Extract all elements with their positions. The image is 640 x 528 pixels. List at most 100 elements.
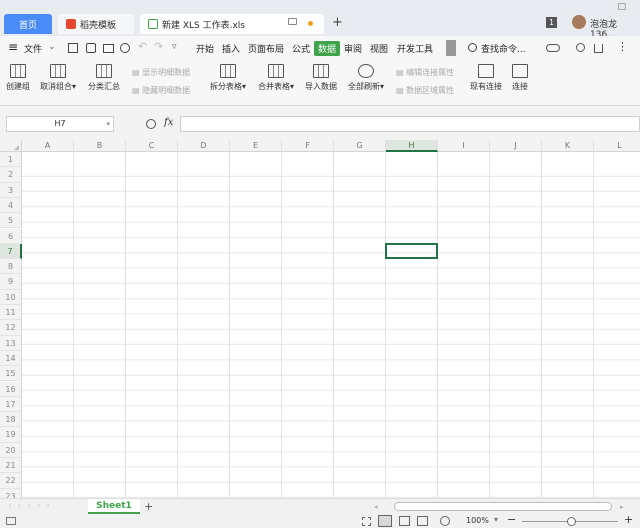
avatar[interactable]	[572, 15, 586, 29]
row-header[interactable]: 5	[0, 213, 22, 229]
hamburger-icon[interactable]: ≡	[8, 40, 18, 54]
import-data-button[interactable]: 导入数据	[305, 64, 337, 92]
tab-templates[interactable]: 稻壳模板	[58, 14, 134, 34]
zoom-formula-icon[interactable]	[146, 119, 156, 129]
column-header[interactable]: A	[22, 140, 74, 152]
row-header[interactable]: 20	[0, 442, 22, 458]
page-break-view-icon[interactable]	[399, 516, 410, 526]
quick-access-dropdown-icon[interactable]: ▿	[172, 42, 177, 52]
print-icon[interactable]	[103, 44, 114, 53]
column-header[interactable]: E	[230, 140, 282, 152]
window-restore-icon[interactable]: □	[617, 2, 626, 12]
subtotal-button[interactable]: 分类汇总	[88, 64, 120, 92]
command-search[interactable]: 查找命令...	[481, 42, 526, 55]
row-header[interactable]: 15	[0, 366, 22, 382]
show-detail-button[interactable]: ▤ 显示明细数据	[132, 67, 190, 78]
page-layout-view-icon[interactable]	[417, 516, 428, 526]
hscroll-right-icon[interactable]: ▸	[620, 503, 624, 511]
row-header[interactable]: 6	[0, 228, 22, 244]
row-header[interactable]: 10	[0, 289, 22, 305]
macro-icon[interactable]	[6, 517, 16, 525]
column-header[interactable]: L	[594, 140, 640, 152]
column-header[interactable]: J	[490, 140, 542, 152]
split-table-button[interactable]: 拆分表格▾	[210, 64, 246, 92]
menu-page-layout[interactable]: 页面布局	[248, 42, 284, 55]
name-box[interactable]: H7 ▾	[6, 116, 114, 132]
tab-home[interactable]: 首页	[4, 14, 52, 34]
row-header[interactable]: 19	[0, 427, 22, 443]
fullscreen-icon[interactable]	[362, 517, 371, 526]
existing-connections-button[interactable]: 现有连接	[470, 64, 502, 92]
horizontal-scrollbar[interactable]	[394, 502, 612, 511]
chevron-down-icon[interactable]: ▾	[106, 117, 110, 131]
row-header[interactable]: 13	[0, 335, 22, 351]
connections-button[interactable]: 连接	[512, 64, 528, 92]
redo-icon[interactable]: ↷	[154, 40, 163, 53]
collaborate-icon[interactable]	[576, 43, 585, 52]
row-header[interactable]: 1	[0, 152, 22, 168]
row-header[interactable]: 11	[0, 305, 22, 321]
column-header[interactable]: K	[542, 140, 594, 152]
row-header[interactable]: 21	[0, 458, 22, 474]
column-header[interactable]: B	[74, 140, 126, 152]
new-tab-button[interactable]: +	[332, 15, 343, 30]
edit-connection-button[interactable]: ▤ 编辑连接属性	[396, 67, 454, 78]
menu-formulas[interactable]: 公式	[292, 42, 310, 55]
save-icon[interactable]	[68, 43, 78, 53]
menu-insert[interactable]: 插入	[222, 42, 240, 55]
column-header[interactable]: C	[126, 140, 178, 152]
window-count-badge[interactable]: 1	[546, 17, 558, 28]
menu-data[interactable]: 数据	[314, 41, 341, 56]
print-preview-icon[interactable]	[120, 43, 130, 53]
menu-scroll-right-icon[interactable]	[446, 40, 456, 56]
more-options-icon[interactable]: ⋮	[617, 40, 628, 53]
row-header[interactable]: 14	[0, 350, 22, 367]
sheet-tab-sheet1[interactable]: Sheet1	[88, 499, 140, 514]
zoom-slider-thumb[interactable]	[567, 517, 576, 526]
undo-icon[interactable]: ↶	[138, 40, 147, 53]
cell-area[interactable]	[22, 152, 640, 498]
row-header[interactable]: 3	[0, 182, 22, 198]
row-header[interactable]: 12	[0, 320, 22, 336]
menu-review[interactable]: 审阅	[344, 42, 362, 55]
row-header[interactable]: 22	[0, 473, 22, 489]
zoom-out-button[interactable]: −	[507, 513, 516, 526]
sheet-nav-arrows-icon[interactable]: ‹‹‹››	[8, 501, 56, 511]
formula-input[interactable]	[180, 116, 640, 132]
tab-spreadsheet-file[interactable]: 新建 XLS 工作表.xls	[140, 14, 324, 34]
row-header[interactable]: 16	[0, 381, 22, 397]
hscroll-left-icon[interactable]: ◂	[374, 503, 378, 511]
range-properties-button[interactable]: ▤ 数据区域属性	[396, 85, 454, 96]
hide-detail-button[interactable]: ▤ 隐藏明细数据	[132, 85, 190, 96]
active-cell[interactable]	[385, 242, 438, 260]
menu-developer[interactable]: 开发工具	[397, 42, 433, 55]
add-sheet-button[interactable]: +	[144, 500, 153, 513]
refresh-all-button[interactable]: 全部刷新▾	[348, 64, 384, 92]
column-header[interactable]: F	[282, 140, 334, 152]
column-header[interactable]: D	[178, 140, 230, 152]
fx-icon[interactable]: fx	[164, 117, 173, 128]
export-pdf-icon[interactable]	[86, 43, 96, 53]
zoom-in-button[interactable]: +	[624, 513, 633, 526]
row-header[interactable]: 2	[0, 167, 22, 183]
cloud-icon[interactable]	[546, 44, 560, 52]
row-header[interactable]: 8	[0, 259, 22, 275]
column-header[interactable]: H	[386, 140, 438, 152]
screen-icon[interactable]	[288, 18, 297, 25]
eye-protection-icon[interactable]	[440, 516, 450, 526]
merge-table-button[interactable]: 合并表格▾	[258, 64, 294, 92]
zoom-dropdown-icon[interactable]: ▾	[494, 515, 498, 524]
row-header[interactable]: 17	[0, 396, 22, 413]
menu-file[interactable]: 文件	[24, 42, 42, 55]
column-header[interactable]: I	[438, 140, 490, 152]
menu-home[interactable]: 开始	[196, 42, 214, 55]
column-header[interactable]: G	[334, 140, 386, 152]
select-all-corner[interactable]	[0, 140, 22, 152]
share-icon[interactable]	[594, 44, 603, 53]
normal-view-icon[interactable]	[378, 515, 392, 527]
row-header[interactable]: 23	[0, 488, 22, 498]
create-group-button[interactable]: 创建组	[6, 64, 30, 92]
row-header[interactable]: 18	[0, 412, 22, 428]
row-header[interactable]: 9	[0, 274, 22, 290]
menu-view[interactable]: 视图	[370, 42, 388, 55]
